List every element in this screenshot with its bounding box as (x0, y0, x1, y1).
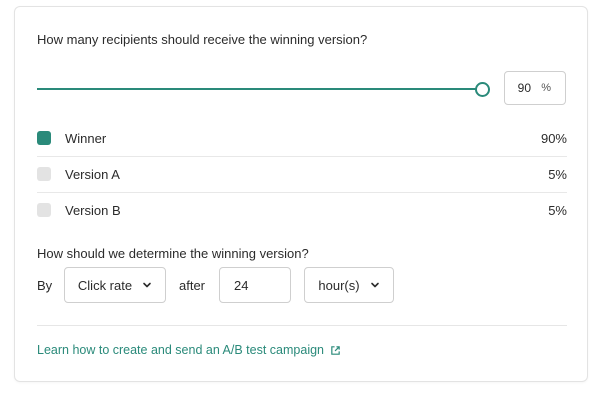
duration-unit-value: hour(s) (318, 277, 360, 293)
distribution-row-value: 5% (548, 202, 567, 218)
winning-metric-select[interactable]: Click rate (64, 267, 166, 303)
duration-unit-select[interactable]: hour(s) (304, 267, 394, 303)
winning-metric-value: Click rate (77, 277, 133, 293)
version-a-color-swatch (37, 167, 51, 181)
distribution-row-label: Version A (65, 166, 120, 182)
chevron-down-icon (143, 282, 151, 288)
distribution-row-label: Winner (65, 130, 107, 146)
help-link-text: Learn how to create and send an A/B test… (37, 343, 324, 357)
distribution-row-version-a: Version A 5% (37, 156, 567, 193)
after-label: after (179, 278, 206, 293)
recipients-slider-track[interactable] (37, 88, 482, 90)
percent-unit: % (541, 82, 551, 94)
winner-color-swatch (37, 131, 51, 145)
recipients-percent-value: 90 (517, 81, 531, 95)
by-label: By (37, 278, 53, 293)
ab-test-help-link[interactable]: Learn how to create and send an A/B test… (37, 343, 341, 357)
section-divider (37, 325, 567, 326)
external-link-icon (331, 345, 340, 355)
distribution-row-label: Version B (65, 202, 121, 218)
recipients-slider-handle[interactable] (475, 82, 490, 97)
winner-criteria-question: How should we determine the winning vers… (37, 246, 309, 261)
recipients-percent-input[interactable]: 90 % (504, 71, 566, 105)
chevron-down-icon (370, 282, 379, 288)
ab-test-settings-card: How many recipients should receive the w… (14, 6, 588, 382)
test-duration-input[interactable]: 24 (219, 267, 291, 303)
distribution-row-value: 5% (548, 166, 567, 182)
version-b-color-swatch (37, 203, 51, 217)
distribution-row-version-b: Version B 5% (37, 192, 567, 228)
recipients-question: How many recipients should receive the w… (37, 32, 368, 47)
distribution-row-value: 90% (540, 130, 567, 146)
distribution-row-winner: Winner 90% (37, 120, 567, 157)
test-duration-value: 24 (234, 277, 249, 293)
